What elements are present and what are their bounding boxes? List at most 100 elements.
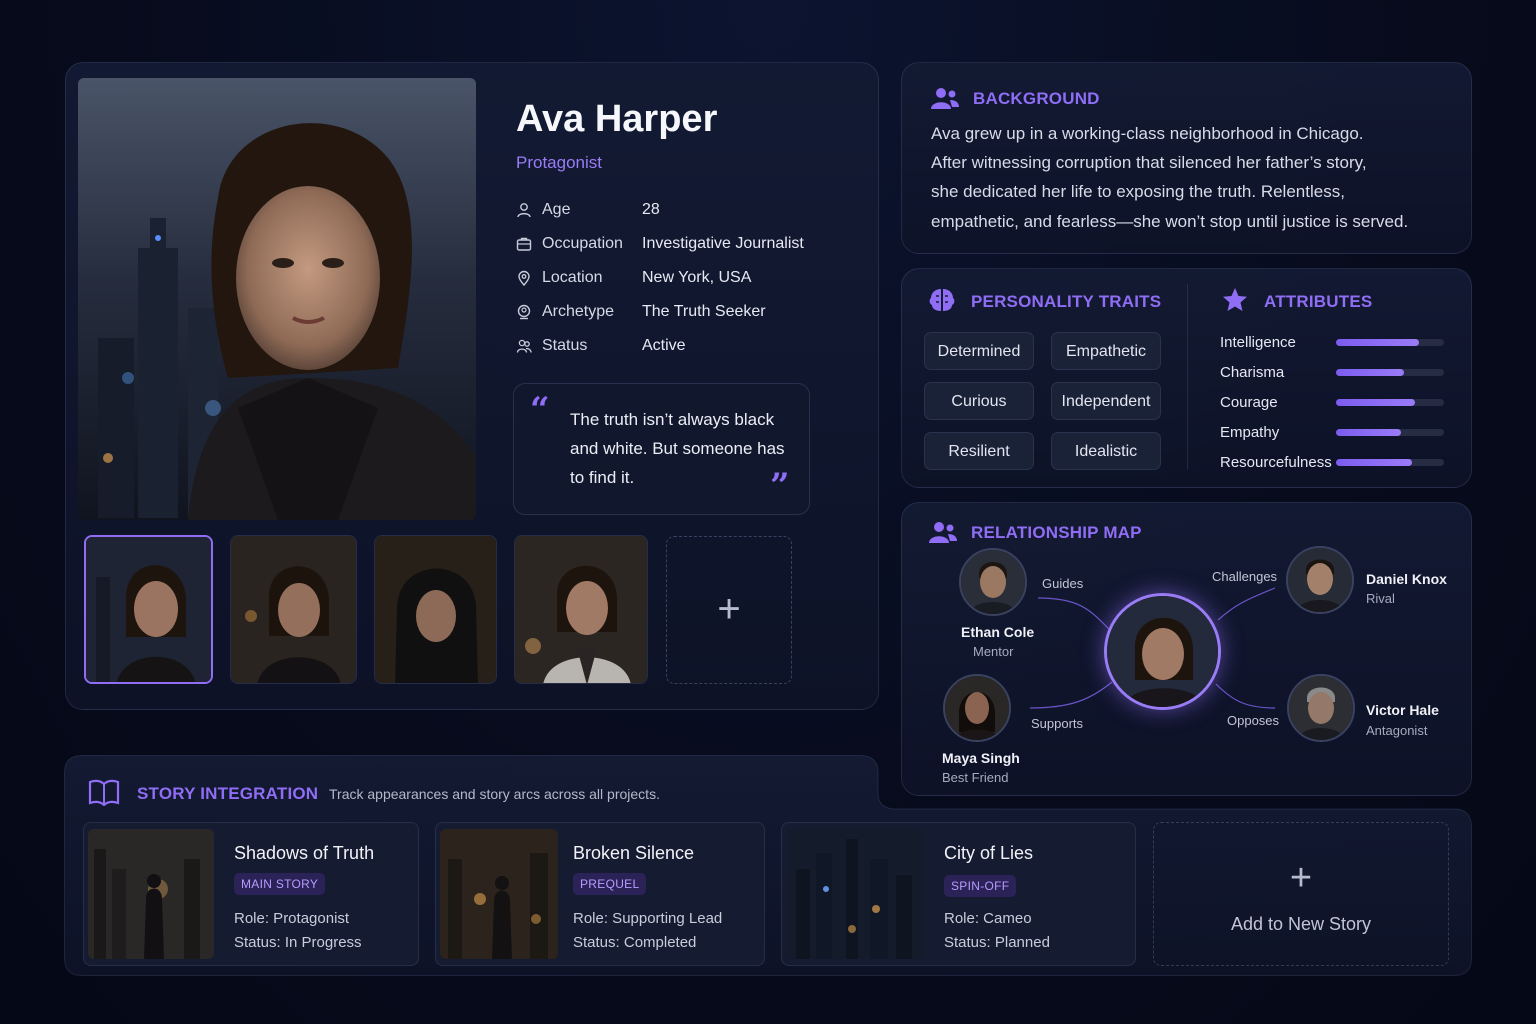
brain-icon (929, 289, 955, 311)
book-icon (88, 779, 120, 806)
gallery-thumb-1[interactable] (84, 535, 213, 684)
story-role: Role: Protagonist (234, 910, 350, 927)
avatar-art (1289, 676, 1353, 740)
thumb-art (231, 536, 356, 683)
quote-line: The truth isn’t always black (570, 410, 775, 429)
avatar-ethan-cole[interactable] (959, 548, 1027, 616)
quote-box: “ The truth isn’t always black and white… (513, 383, 810, 515)
person-icon (517, 203, 531, 218)
story-title: STORY INTEGRATION (137, 784, 319, 803)
avatar-art (1288, 548, 1352, 612)
avatar-art (1107, 596, 1218, 707)
story-card[interactable]: Broken Silence PREQUEL Role: Supporting … (435, 822, 765, 966)
add-story-label: Add to New Story (1230, 914, 1372, 934)
story-card[interactable]: City of Lies SPIN-OFF Role: Cameo Status… (781, 822, 1136, 966)
story-role: Role: Cameo (944, 910, 1032, 927)
main-portrait-image (78, 78, 476, 520)
attribute-label: Courage (1220, 394, 1278, 411)
attributes-title: ATTRIBUTES (1264, 292, 1373, 311)
story-cover-image (88, 829, 214, 959)
story-tag: PREQUEL (573, 873, 647, 895)
avatar-daniel-knox[interactable] (1286, 546, 1354, 614)
attribute-bar (1336, 399, 1444, 406)
quote-line: and white. But someone has (570, 439, 785, 458)
attribute-bar-fill (1336, 429, 1401, 436)
story-status: Status: Completed (573, 934, 697, 951)
attribute-bar (1336, 339, 1444, 346)
relationship-label: Guides (1042, 576, 1084, 591)
plus-icon: + (1289, 857, 1313, 899)
story-tag: MAIN STORY (234, 873, 326, 895)
story-card-title: Broken Silence (573, 843, 695, 863)
info-value: Active (642, 337, 686, 354)
location-pin-icon (518, 270, 530, 286)
thumb-art (86, 537, 211, 682)
portrait-art (78, 78, 476, 520)
person-role: Antagonist (1366, 723, 1428, 738)
thumb-art (515, 536, 647, 683)
add-image-button[interactable]: + (666, 536, 792, 684)
avatar-victor-hale[interactable] (1287, 674, 1355, 742)
story-status: Status: Planned (944, 934, 1050, 951)
person-role: Rival (1366, 591, 1395, 606)
attribute-bar (1336, 369, 1444, 376)
background-line: empathetic, and fearless—she won’t stop … (931, 212, 1409, 231)
story-role: Role: Supporting Lead (573, 910, 723, 927)
story-card-title: Shadows of Truth (234, 843, 375, 863)
relationship-title: RELATIONSHIP MAP (971, 523, 1142, 542)
info-label: Age (542, 201, 571, 218)
gallery-thumb-4[interactable] (514, 535, 648, 684)
archetype-icon (517, 304, 531, 320)
center-avatar-ava[interactable] (1104, 593, 1221, 710)
trait-chip: Curious (924, 382, 1034, 420)
person-name: Ethan Cole (961, 624, 1035, 640)
section-divider (1187, 284, 1188, 470)
quote-close-icon: ” (770, 466, 790, 506)
info-label: Occupation (542, 235, 623, 252)
attribute-label: Charisma (1220, 364, 1285, 381)
attribute-label: Empathy (1220, 424, 1280, 441)
add-to-new-story-button[interactable]: + Add to New Story (1153, 822, 1449, 966)
relationship-label: Challenges (1212, 569, 1278, 584)
avatar-maya-singh[interactable] (943, 674, 1011, 742)
quote-open-icon: “ (530, 390, 550, 430)
attribute-label: Resourcefulness (1220, 454, 1332, 471)
briefcase-icon (516, 237, 532, 251)
info-value: 28 (642, 201, 660, 218)
trait-chip: Independent (1051, 382, 1161, 420)
gallery-thumb-3[interactable] (374, 535, 497, 684)
story-subtitle: Track appearances and story arcs across … (329, 786, 660, 802)
attribute-bar (1336, 429, 1444, 436)
personality-title: PERSONALITY TRAITS (971, 292, 1162, 311)
trait-chip: Empathetic (1051, 332, 1161, 370)
trait-chip: Determined (924, 332, 1034, 370)
attribute-bar-fill (1336, 399, 1415, 406)
story-card[interactable]: Shadows of Truth MAIN STORY Role: Protag… (83, 822, 419, 966)
background-line: After witnessing corruption that silence… (931, 153, 1367, 172)
cover-art (440, 829, 558, 959)
story-tag: SPIN-OFF (944, 875, 1017, 897)
person-role: Mentor (973, 644, 1014, 659)
star-icon (1223, 288, 1247, 311)
info-value: The Truth Seeker (642, 303, 766, 320)
person-name: Victor Hale (1366, 702, 1439, 718)
info-value: New York, USA (642, 269, 752, 286)
avatar-art (945, 676, 1009, 740)
cover-art (88, 829, 214, 959)
plus-icon: + (717, 587, 741, 631)
info-label: Archetype (542, 303, 615, 320)
gallery-thumb-2[interactable] (230, 535, 357, 684)
info-value: Investigative Journalist (642, 235, 804, 252)
info-label: Status (542, 337, 588, 354)
background-line: Ava grew up in a working-class neighborh… (931, 124, 1364, 143)
relationship-label: Opposes (1227, 713, 1280, 728)
attribute-bar (1336, 459, 1444, 466)
character-role: Protagonist (516, 153, 602, 172)
story-cover-image (440, 829, 558, 959)
cover-art (786, 829, 926, 959)
attribute-bar-fill (1336, 459, 1412, 466)
relationship-label: Supports (1031, 716, 1084, 731)
story-cover-image (786, 829, 926, 959)
quote-line: to find it. (570, 468, 635, 487)
avatar-art (961, 550, 1025, 614)
